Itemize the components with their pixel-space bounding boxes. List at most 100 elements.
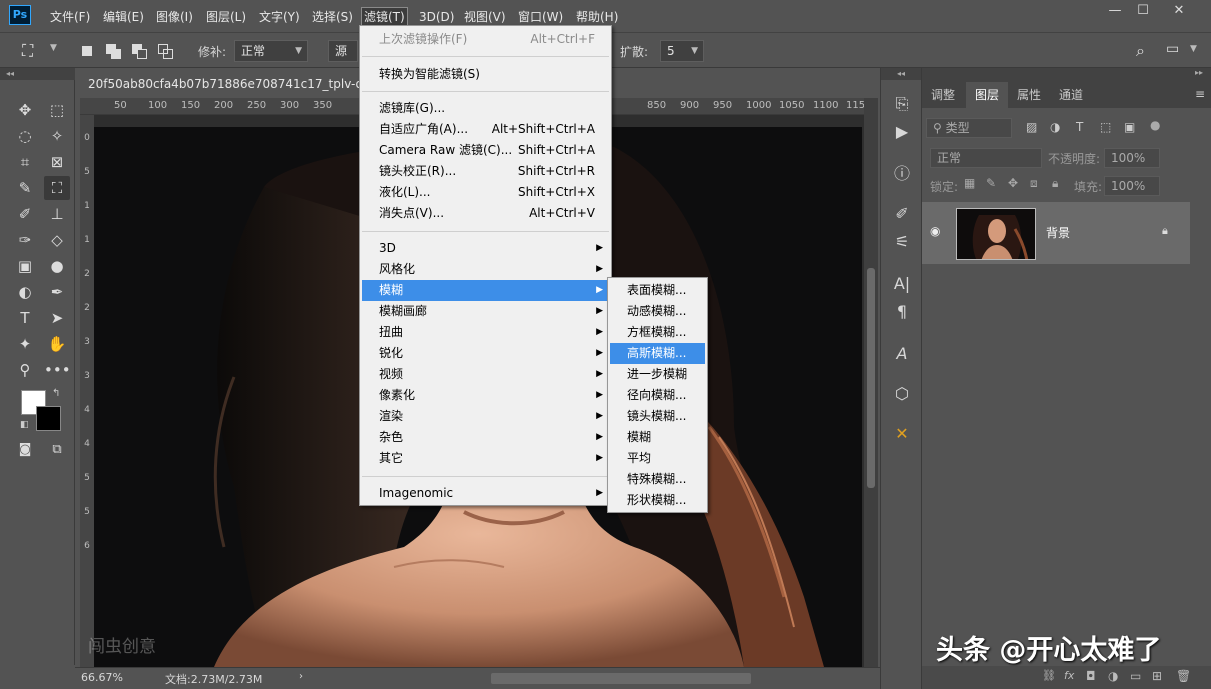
more-tools-icon[interactable]: •••: [44, 358, 71, 382]
crop-tool-icon[interactable]: ⌗: [12, 150, 38, 174]
layer-name[interactable]: 背景: [1046, 224, 1070, 241]
patch-tool-icon[interactable]: ⛶: [44, 176, 70, 200]
blend-mode-select[interactable]: 正常: [930, 148, 1042, 168]
menu-item-filter-gallery[interactable]: 滤镜库(G)...: [362, 98, 609, 119]
menu-help[interactable]: 帮助(H): [574, 8, 620, 26]
tab-channels[interactable]: 通道: [1050, 82, 1092, 108]
tab-layers[interactable]: 图层: [966, 82, 1009, 108]
zoom-tool-icon[interactable]: ⚲: [12, 358, 38, 382]
plugin-tools-icon[interactable]: ✕: [888, 420, 916, 448]
workspace-icon[interactable]: ▭: [1166, 41, 1179, 57]
pixel-filter-icon[interactable]: ▨: [1026, 120, 1037, 134]
horizontal-scrollbar[interactable]: [491, 673, 751, 684]
diffusion-select[interactable]: 5 ▼: [660, 40, 704, 62]
menu-item-convert-smart-filter[interactable]: 转换为智能滤镜(S): [362, 64, 609, 85]
gradient-tool-icon[interactable]: ▣: [12, 254, 38, 278]
smart-object-filter-icon[interactable]: ▣: [1124, 120, 1135, 134]
menu-item-video[interactable]: 视频 ▶: [362, 364, 609, 385]
adjustment-sliders-icon[interactable]: ⚟: [888, 228, 916, 256]
background-color-swatch[interactable]: [36, 406, 61, 431]
menu-item-pixelate[interactable]: 像素化 ▶: [362, 385, 609, 406]
menu-item-blur[interactable]: 模糊 ▶: [362, 280, 609, 301]
character-icon[interactable]: A|: [888, 270, 916, 298]
submenu-item-radial-blur[interactable]: 径向模糊...: [610, 385, 705, 406]
document-tab[interactable]: 20f50ab80cfa4b07b71886e708741c17_tplv-ob…: [80, 72, 361, 96]
zoom-level[interactable]: 66.67%: [81, 671, 123, 684]
menu-item-stylize[interactable]: 风格化 ▶: [362, 259, 609, 280]
menu-item-camera-raw[interactable]: Camera Raw 滤镜(C)... Shift+Ctrl+A: [362, 140, 609, 161]
menu-item-distort[interactable]: 扭曲 ▶: [362, 322, 609, 343]
swap-colors-icon[interactable]: ↰: [52, 388, 60, 399]
link-layers-icon[interactable]: ⛓: [1042, 669, 1056, 682]
menu-item-vanishing-point[interactable]: 消失点(V)... Alt+Ctrl+V: [362, 203, 609, 224]
menu-item-adaptive-wide-angle[interactable]: 自适应广角(A)... Alt+Shift+Ctrl+A: [362, 119, 609, 140]
maximize-icon[interactable]: ☐: [1130, 3, 1156, 21]
3d-cube-icon[interactable]: ⬡: [888, 380, 916, 408]
workspace-chevron-icon[interactable]: ▼: [1190, 44, 1197, 54]
eraser-tool-icon[interactable]: ◇: [44, 228, 70, 252]
blur-tool-icon[interactable]: ●: [44, 254, 70, 278]
tab-properties[interactable]: 属性: [1008, 82, 1050, 108]
frame-tool-icon[interactable]: ⊠: [44, 150, 70, 174]
toolbar-collapse-icon[interactable]: ◂◂: [0, 68, 75, 80]
menu-select[interactable]: 选择(S): [310, 8, 355, 26]
tool-preset-chevron-icon[interactable]: ▼: [50, 43, 57, 53]
menu-item-blur-gallery[interactable]: 模糊画廊 ▶: [362, 301, 609, 322]
submenu-item-blur[interactable]: 模糊: [610, 427, 705, 448]
submenu-item-motion-blur[interactable]: 动感模糊...: [610, 301, 705, 322]
adjustment-filter-icon[interactable]: ◑: [1050, 120, 1060, 134]
move-tool-icon[interactable]: ✥: [12, 98, 38, 122]
menu-edit[interactable]: 编辑(E): [101, 8, 146, 26]
opacity-field[interactable]: 100%: [1104, 148, 1160, 168]
new-layer-icon[interactable]: ⊞: [1152, 669, 1162, 683]
add-mask-icon[interactable]: ◘: [1086, 669, 1096, 683]
add-selection-icon[interactable]: [104, 41, 124, 61]
new-selection-icon[interactable]: [78, 41, 98, 61]
quick-mask-icon[interactable]: ◙: [12, 438, 38, 462]
submenu-item-lens-blur[interactable]: 镜头模糊...: [610, 406, 705, 427]
collapse-icon[interactable]: ◂◂: [881, 68, 921, 80]
info-icon[interactable]: ⓘ: [888, 160, 916, 188]
new-group-icon[interactable]: ▭: [1130, 669, 1141, 683]
lock-transparent-icon[interactable]: ▦: [964, 176, 975, 190]
submenu-item-blur-more[interactable]: 进一步模糊: [610, 364, 705, 385]
search-icon[interactable]: ⌕: [1136, 41, 1145, 61]
adjustment-layer-icon[interactable]: ◑: [1108, 669, 1118, 683]
path-selection-tool-icon[interactable]: ➤: [44, 306, 70, 330]
menu-item-sharpen[interactable]: 锐化 ▶: [362, 343, 609, 364]
brush-tool-icon[interactable]: ✐: [12, 202, 38, 226]
submenu-item-gaussian-blur[interactable]: 高斯模糊...: [610, 343, 705, 364]
status-arrow-icon[interactable]: ›: [299, 671, 303, 682]
intersect-selection-icon[interactable]: [156, 41, 176, 61]
menu-item-other[interactable]: 其它 ▶: [362, 448, 609, 469]
default-colors-icon[interactable]: ◧: [20, 420, 29, 430]
menu-3d[interactable]: 3D(D): [417, 8, 456, 26]
filter-kind-select[interactable]: ⚲ 类型: [926, 118, 1012, 138]
menu-item-3d[interactable]: 3D ▶: [362, 238, 609, 259]
brush-settings-icon[interactable]: ✐: [888, 200, 916, 228]
glyphs-icon[interactable]: A: [888, 340, 916, 368]
fx-icon[interactable]: fx: [1064, 669, 1074, 682]
submenu-item-smart-blur[interactable]: 特殊模糊...: [610, 469, 705, 490]
stamp-tool-icon[interactable]: ⊥: [44, 202, 70, 226]
vertical-scrollbar[interactable]: [864, 98, 878, 667]
screen-mode-icon[interactable]: ⧉: [44, 438, 70, 462]
submenu-item-average[interactable]: 平均: [610, 448, 705, 469]
fill-field[interactable]: 100%: [1104, 176, 1160, 196]
submenu-item-box-blur[interactable]: 方框模糊...: [610, 322, 705, 343]
submenu-item-shape-blur[interactable]: 形状模糊...: [610, 490, 705, 511]
lasso-tool-icon[interactable]: ◌: [12, 124, 38, 148]
menu-item-imagenomic[interactable]: Imagenomic ▶: [362, 483, 609, 504]
shape-tool-icon[interactable]: ✦: [12, 332, 38, 356]
hand-tool-icon[interactable]: ✋: [44, 332, 70, 356]
paragraph-icon[interactable]: ¶: [888, 298, 916, 326]
scrollbar-thumb[interactable]: [867, 268, 875, 488]
menu-window[interactable]: 窗口(W): [516, 8, 565, 26]
history-brush-tool-icon[interactable]: ✑: [12, 228, 38, 252]
lock-position-icon[interactable]: ✥: [1008, 176, 1018, 190]
close-icon[interactable]: ✕: [1166, 3, 1192, 21]
tab-adjustments[interactable]: 调整: [922, 82, 964, 108]
patch-mode-select[interactable]: 正常 ▼: [234, 40, 308, 62]
lock-artboard-icon[interactable]: ⧈: [1030, 176, 1038, 191]
pen-tool-icon[interactable]: ✒: [44, 280, 70, 304]
